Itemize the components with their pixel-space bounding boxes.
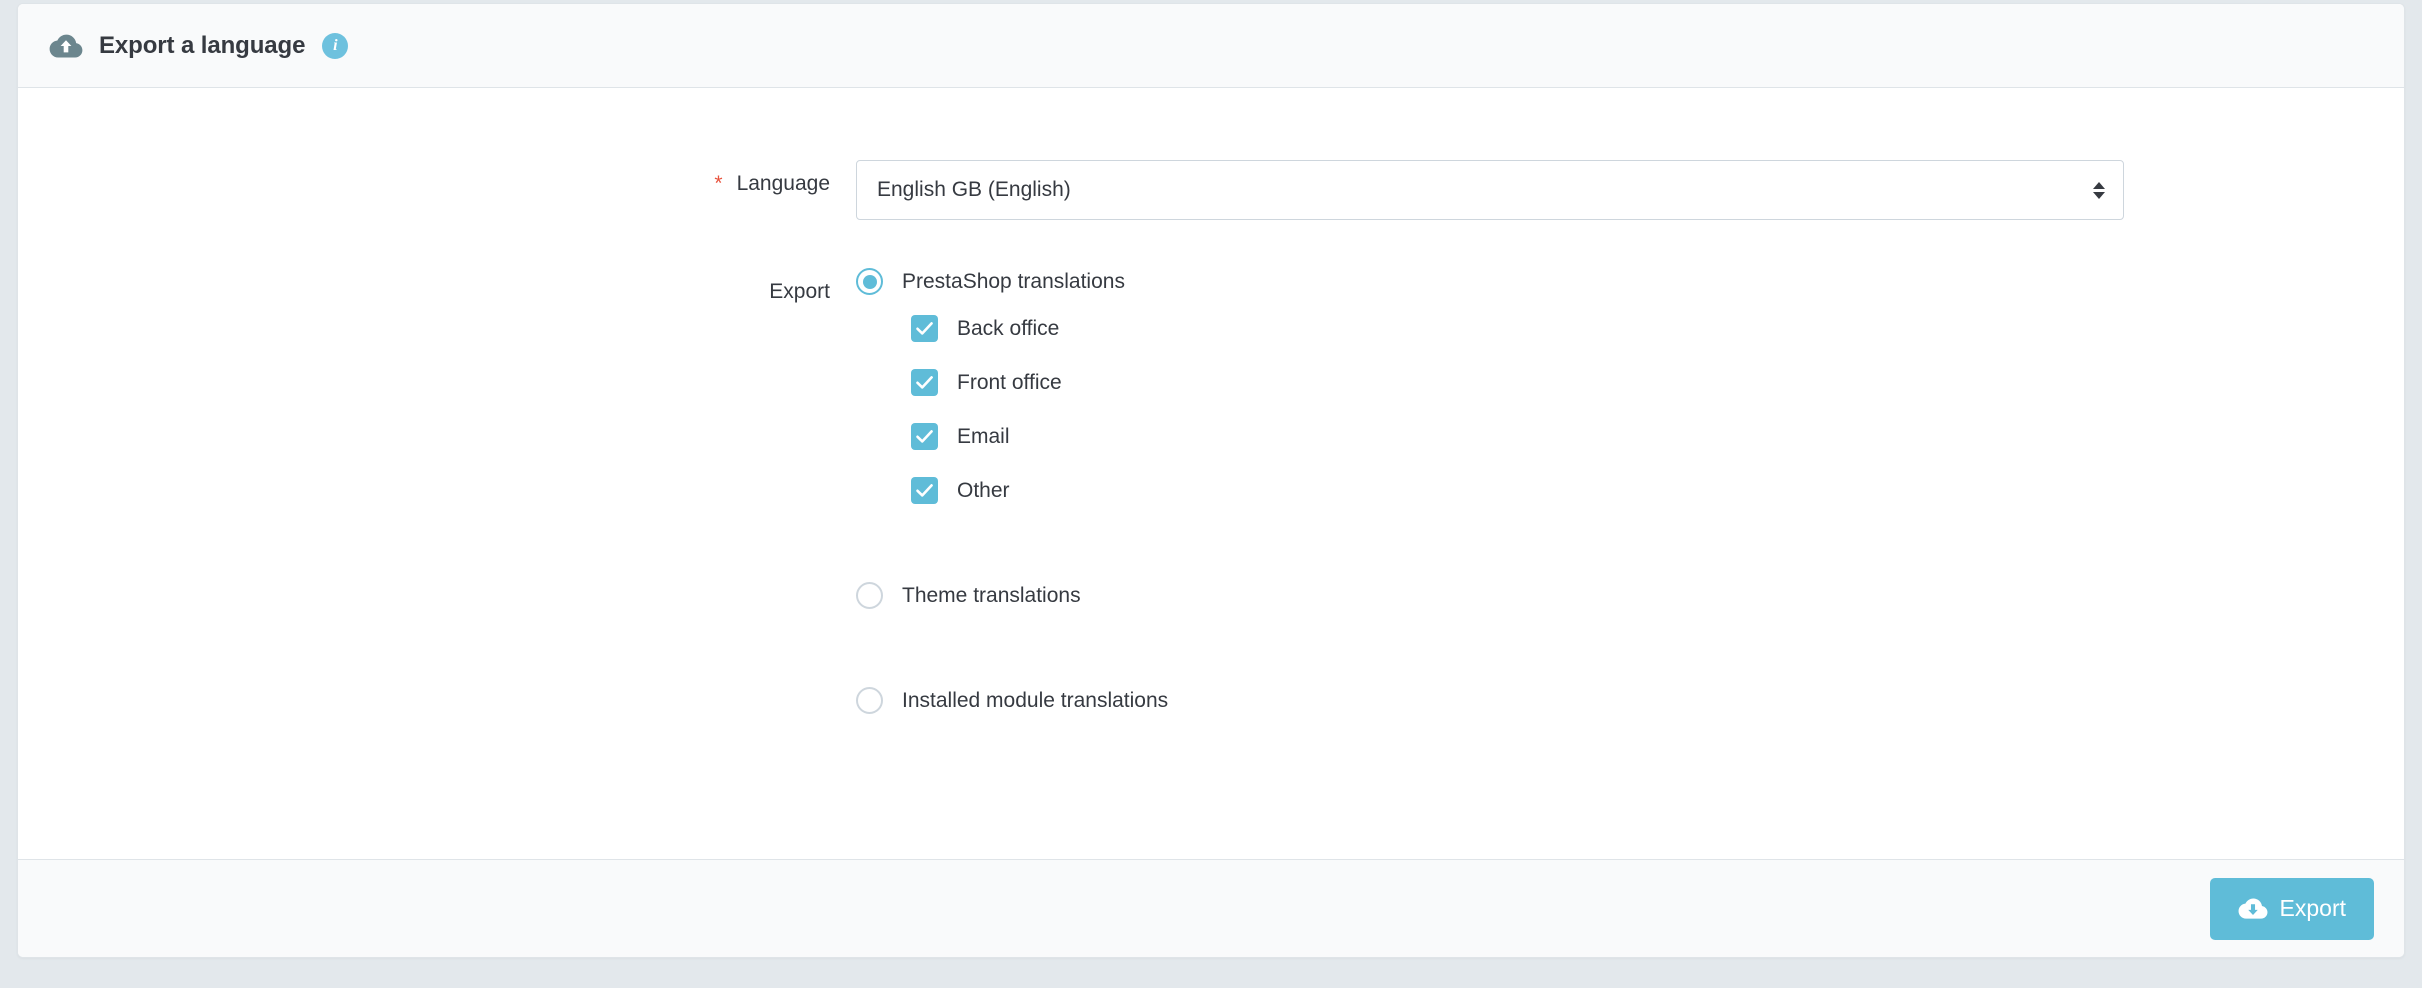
checkbox-label: Back office: [957, 317, 1060, 340]
checkbox-label: Front office: [957, 371, 1062, 394]
language-label-text: Language: [736, 172, 830, 195]
radio-unchecked-icon[interactable]: [856, 582, 883, 609]
export-language-panel: Export a language i * Language English GB…: [17, 3, 2405, 958]
export-button-label: Export: [2279, 895, 2346, 921]
export-button[interactable]: Export: [2209, 877, 2374, 940]
export-row: Export PrestaShop translations Back offi…: [18, 268, 2404, 714]
panel-footer: Export: [18, 859, 2404, 957]
language-select-wrap: English GB (English): [856, 160, 2124, 220]
language-row: * Language English GB (English): [18, 160, 2404, 220]
radio-theme-translations[interactable]: Theme translations: [856, 582, 2404, 609]
radio-label: PrestaShop translations: [902, 270, 1125, 293]
panel-body: * Language English GB (English) Export P…: [18, 88, 2404, 859]
radio-label: Theme translations: [902, 584, 1081, 607]
checkbox-back-office[interactable]: Back office: [911, 315, 2404, 342]
export-label: Export: [769, 280, 830, 303]
export-control: PrestaShop translations Back office Fron…: [856, 268, 2404, 714]
panel-header: Export a language i: [18, 4, 2404, 88]
prestashop-sub-options: Back office Front office Email Other: [911, 315, 2404, 504]
info-icon[interactable]: i: [322, 32, 349, 59]
radio-prestashop-translations[interactable]: PrestaShop translations: [856, 268, 2404, 295]
cloud-upload-icon: [48, 28, 84, 64]
radio-checked-icon[interactable]: [856, 268, 883, 295]
radio-unchecked-icon[interactable]: [856, 687, 883, 714]
radio-label: Installed module translations: [902, 689, 1169, 712]
cloud-download-icon: [2238, 897, 2268, 920]
radio-installed-module-translations[interactable]: Installed module translations: [856, 687, 2404, 714]
checkbox-other[interactable]: Other: [911, 477, 2404, 504]
export-choice-group: PrestaShop translations Back office Fron…: [856, 268, 2404, 714]
checkbox-label: Other: [957, 479, 1010, 502]
language-label: * Language: [18, 160, 856, 208]
checkbox-checked-icon[interactable]: [911, 477, 938, 504]
language-control: English GB (English): [856, 160, 2404, 220]
checkbox-front-office[interactable]: Front office: [911, 369, 2404, 396]
checkbox-email[interactable]: Email: [911, 423, 2404, 450]
checkbox-checked-icon[interactable]: [911, 315, 938, 342]
checkbox-checked-icon[interactable]: [911, 369, 938, 396]
language-select[interactable]: English GB (English): [856, 160, 2124, 220]
checkbox-checked-icon[interactable]: [911, 423, 938, 450]
checkbox-label: Email: [957, 425, 1010, 448]
page-title: Export a language: [99, 31, 306, 59]
required-asterisk: *: [714, 172, 723, 195]
